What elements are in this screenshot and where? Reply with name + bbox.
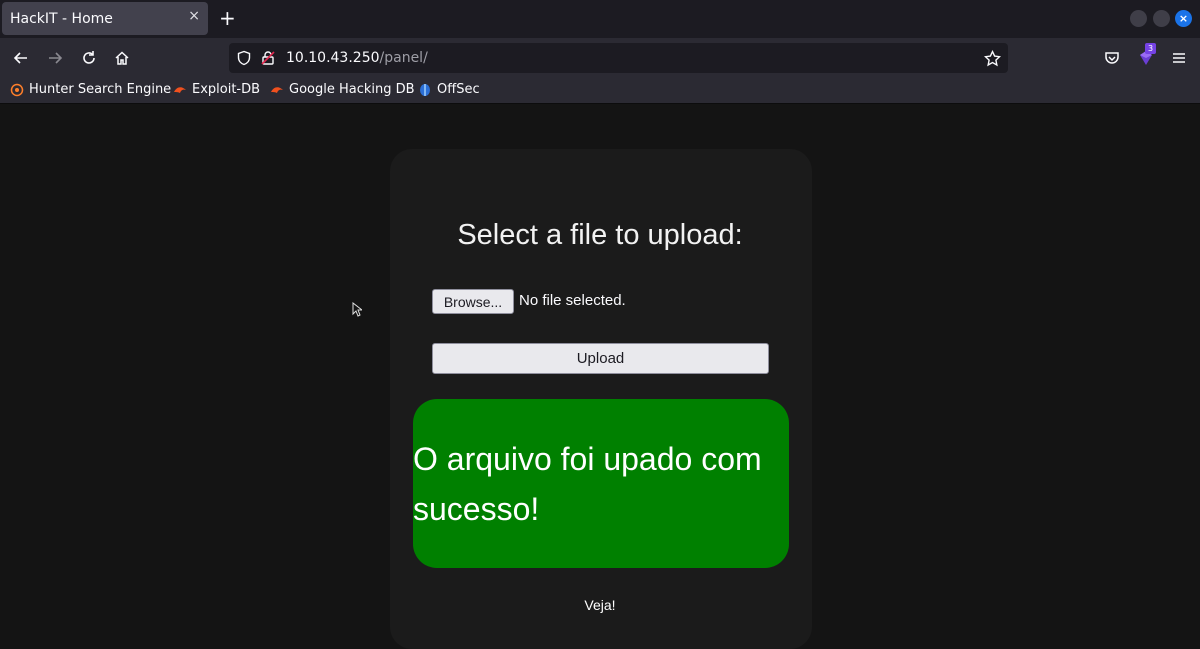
bookmark-google-hacking-db[interactable]: Google Hacking DB [270, 82, 415, 97]
tab-title: HackIT - Home [10, 10, 113, 27]
extension-button[interactable]: 3 [1136, 43, 1157, 68]
bookmark-label: Google Hacking DB [289, 82, 415, 97]
home-icon [115, 51, 129, 65]
maximize-button[interactable] [1153, 10, 1170, 27]
new-tab-button[interactable]: + [219, 6, 236, 30]
arrow-left-icon [13, 52, 27, 64]
extension-badge: 3 [1145, 43, 1157, 54]
page-content: Select a file to upload: Browse... No fi… [0, 104, 1200, 649]
insecure-lock-icon[interactable] [260, 50, 276, 66]
home-button[interactable] [112, 48, 132, 68]
success-message: O arquivo foi upado com sucesso! [413, 399, 789, 568]
ghdb-icon [271, 86, 283, 93]
arrow-right-icon [49, 52, 63, 64]
window-close-button[interactable]: × [1175, 10, 1192, 27]
footer-text: Veja! [584, 597, 616, 613]
reload-icon [83, 51, 95, 64]
hamburger-menu-icon [1173, 53, 1185, 63]
file-status-text: No file selected. [519, 292, 626, 309]
tab-close-icon[interactable]: × [188, 8, 200, 24]
pocket-icon [1105, 52, 1119, 64]
page-title: Select a file to upload: [457, 219, 743, 251]
url-text: 10.10.43.250/panel/ [286, 50, 428, 66]
forward-button[interactable] [45, 48, 65, 68]
bookmark-exploit-db[interactable]: Exploit-DB [173, 82, 260, 97]
url-path: /panel/ [379, 50, 428, 66]
reload-button[interactable] [79, 48, 99, 68]
exploit-db-icon [174, 86, 186, 93]
bookmark-label: Exploit-DB [192, 82, 261, 97]
mouse-cursor-icon [352, 302, 362, 317]
tab-hackit-home[interactable]: HackIT - Home × [2, 2, 208, 35]
upload-button[interactable]: Upload [432, 343, 769, 374]
url-host: 10.10.43.250 [286, 50, 380, 66]
hunter-icon [10, 83, 24, 96]
bookmarks-toolbar: Hunter Search Engine Exploit-DB Google H… [0, 78, 1200, 104]
address-bar[interactable]: 10.10.43.250/panel/ [229, 43, 1008, 73]
bookmark-label: OffSec [437, 82, 480, 97]
navigation-toolbar: 10.10.43.250/panel/ 3 [0, 38, 1200, 78]
browse-button[interactable]: Browse... [432, 289, 514, 314]
shield-icon [237, 50, 251, 66]
bookmark-offsec[interactable]: OffSec [418, 82, 480, 97]
bookmark-hunter[interactable]: Hunter Search Engine [10, 82, 171, 97]
back-button[interactable] [11, 48, 31, 68]
pocket-button[interactable] [1102, 48, 1122, 68]
tab-bar: HackIT - Home × + × [0, 0, 1200, 38]
offsec-icon [420, 83, 430, 96]
menu-button[interactable] [1169, 48, 1189, 68]
star-icon[interactable] [984, 50, 1001, 67]
bookmark-label: Hunter Search Engine [29, 82, 172, 97]
minimize-button[interactable] [1130, 10, 1147, 27]
